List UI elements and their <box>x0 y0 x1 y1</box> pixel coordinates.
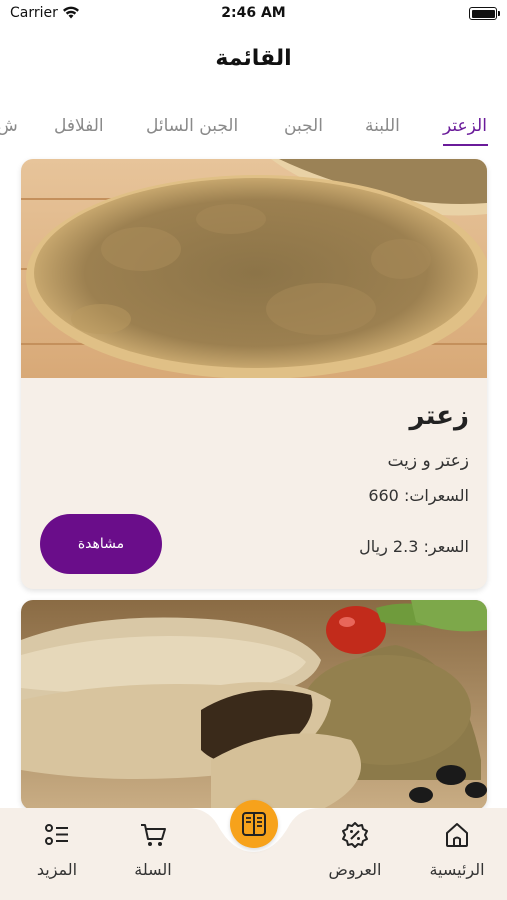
nav-more-label: المزيد <box>36 860 78 879</box>
tab-falafel[interactable]: الفلافل <box>54 116 104 136</box>
cart-icon <box>141 824 166 846</box>
item-name: زعتر <box>409 401 469 431</box>
nav-offers[interactable]: العروض <box>310 820 400 879</box>
category-tabs: الزعتر اللبنة الجبن الجبن السائل الفلافل… <box>0 110 507 150</box>
page-title: القائمة <box>215 46 292 71</box>
calories-label: السعرات: <box>403 486 469 505</box>
discount-badge-icon <box>342 822 368 848</box>
tab-labneh[interactable]: اللبنة <box>365 116 400 136</box>
tab-liquid-cheese[interactable]: الجبن السائل <box>146 116 238 136</box>
menu-center-button[interactable] <box>230 800 278 848</box>
item-price: السعر: 2.3 ريال <box>359 537 469 556</box>
menu-item-card[interactable]: زعتر زعتر و زيت السعرات: 660 السعر: 2.3 … <box>21 159 487 589</box>
nav-cart-label: السلة <box>134 860 172 879</box>
clock: 2:46 AM <box>221 5 286 21</box>
tab-partial[interactable]: ش <box>0 116 18 136</box>
menu-book-icon <box>242 812 266 836</box>
price-label: السعر: <box>423 537 469 556</box>
home-icon <box>446 823 468 847</box>
tab-cheese[interactable]: الجبن <box>284 116 323 136</box>
tab-zaatar[interactable]: الزعتر <box>443 116 487 136</box>
menu-item-card[interactable] <box>21 600 487 810</box>
price-value: 2.3 ريال <box>359 537 419 556</box>
nav-more[interactable]: المزيد <box>12 820 102 879</box>
battery-icon <box>469 7 500 20</box>
nav-home-label: الرئيسية <box>429 860 485 879</box>
item-calories: السعرات: 660 <box>368 486 469 505</box>
nav-offers-label: العروض <box>328 860 382 879</box>
calories-value: 660 <box>368 486 399 505</box>
view-button[interactable]: مشاهدة <box>40 514 162 574</box>
status-bar: Carrier 2:46 AM <box>0 0 507 30</box>
nav-cart[interactable]: السلة <box>108 820 198 879</box>
zaatar-pastries-image <box>21 600 487 810</box>
zaatar-manakish-image <box>21 159 487 378</box>
nav-home[interactable]: الرئيسية <box>412 820 502 879</box>
active-tab-indicator <box>443 144 488 146</box>
list-icon <box>45 824 68 845</box>
item-description: زعتر و زيت <box>387 451 469 471</box>
